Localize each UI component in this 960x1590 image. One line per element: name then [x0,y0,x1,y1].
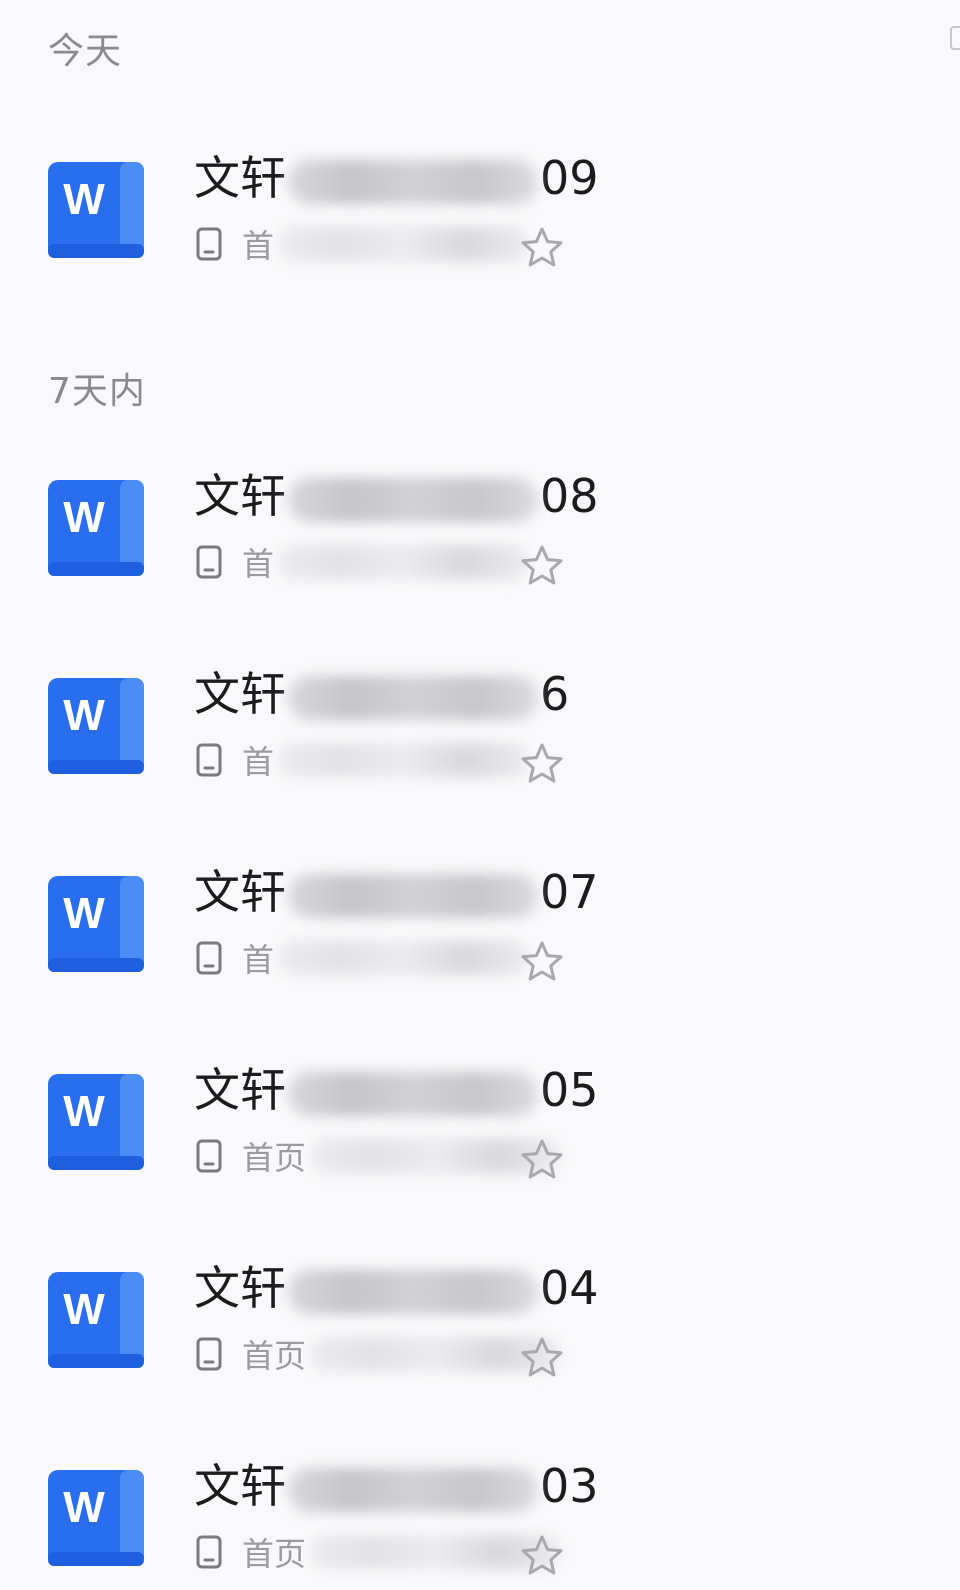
phone-icon [196,1139,222,1173]
star-icon[interactable] [520,226,564,268]
file-location: 首页 [242,1139,307,1177]
scroll-indicator [950,26,960,50]
file-location: 首 [242,941,275,979]
file-title-prefix: 文轩 [194,1261,286,1315]
phone-icon [196,227,222,261]
file-title-prefix: 文轩 [194,151,286,205]
file-meta: 首页 [196,1136,561,1177]
section-header-today: 今天 [48,31,123,72]
file-title: 文轩 04 [194,1260,599,1316]
word-icon: W [48,1470,144,1566]
word-icon: W [48,678,144,774]
file-meta: 首 [196,542,529,583]
redacted-text [288,477,538,522]
redacted-text [288,1467,538,1512]
redacted-text [288,1071,538,1116]
file-list-item[interactable]: W 文轩 07 首 [0,846,960,996]
star-icon[interactable] [520,544,564,586]
svg-text:W: W [63,175,105,224]
redacted-text [288,675,538,720]
file-location: 首 [242,227,275,265]
file-meta: 首 [196,740,529,781]
file-title-suffix: 03 [540,1459,599,1513]
section-header-week: 7天内 [48,371,146,412]
word-icon: W [48,1272,144,1368]
star-icon[interactable] [520,1336,564,1378]
redacted-text [278,545,529,579]
redacted-text [278,941,529,975]
file-title: 文轩 05 [194,1062,599,1118]
svg-text:W: W [63,691,105,740]
file-title: 文轩 07 [194,864,599,920]
word-icon: W [48,480,144,576]
redacted-text [288,159,538,204]
file-title-prefix: 文轩 [194,469,286,523]
file-location: 首 [242,545,275,583]
file-title-suffix: 09 [540,151,599,205]
file-title-prefix: 文轩 [194,1063,286,1117]
file-list-item[interactable]: W 文轩 09 首 [0,132,960,282]
file-title-prefix: 文轩 [194,667,286,721]
file-location: 首 [242,743,275,781]
svg-text:W: W [63,1087,105,1136]
file-meta: 首页 [196,1532,561,1573]
redacted-text [288,1269,538,1314]
file-list-item[interactable]: W 文轩 08 首 [0,450,960,600]
file-title-suffix: 05 [540,1063,599,1117]
svg-text:W: W [63,889,105,938]
redacted-text [278,227,529,261]
file-title-prefix: 文轩 [194,865,286,919]
file-meta: 首 [196,938,529,979]
star-icon[interactable] [520,1534,564,1576]
phone-icon [196,1535,222,1569]
file-title-prefix: 文轩 [194,1459,286,1513]
phone-icon [196,941,222,975]
svg-text:W: W [63,1285,105,1334]
phone-icon [196,545,222,579]
file-location: 首页 [242,1535,307,1573]
word-icon: W [48,876,144,972]
file-meta: 首 [196,224,529,265]
phone-icon [196,1337,222,1371]
star-icon[interactable] [520,742,564,784]
file-list-item[interactable]: W 文轩 6 首 [0,648,960,798]
word-icon: W [48,162,144,258]
svg-text:W: W [63,493,105,542]
file-title: 文轩 03 [194,1458,599,1514]
phone-icon [196,743,222,777]
star-icon[interactable] [520,940,564,982]
file-title-suffix: 04 [540,1261,599,1315]
file-meta: 首页 [196,1334,561,1375]
file-title-suffix: 07 [540,865,599,919]
file-title-suffix: 6 [540,667,570,721]
file-title: 文轩 09 [194,150,599,206]
file-title-suffix: 08 [540,469,599,523]
file-list-item[interactable]: W 文轩 05 首页 [0,1044,960,1194]
file-list-item[interactable]: W 文轩 04 首页 [0,1242,960,1392]
file-location: 首页 [242,1337,307,1375]
file-title: 文轩 6 [194,666,569,722]
word-icon: W [48,1074,144,1170]
redacted-text [288,873,538,918]
redacted-text [278,743,529,777]
svg-text:W: W [63,1483,105,1532]
file-title: 文轩 08 [194,468,599,524]
star-icon[interactable] [520,1138,564,1180]
file-list-item[interactable]: W 文轩 03 首页 [0,1440,960,1590]
